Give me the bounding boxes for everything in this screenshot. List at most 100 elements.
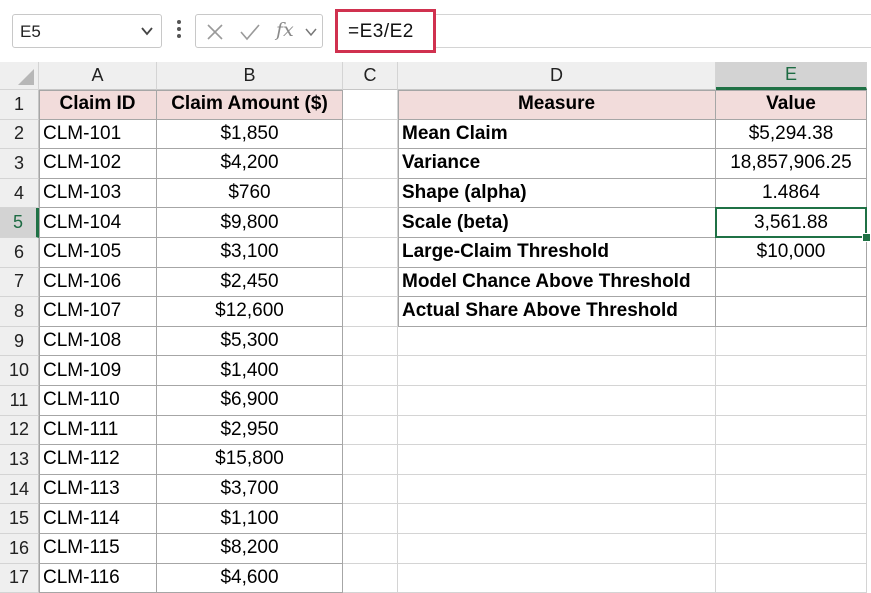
- cell-d15[interactable]: [398, 504, 716, 534]
- cell-b8[interactable]: $12,600: [157, 297, 343, 327]
- cell-d14[interactable]: [398, 474, 716, 505]
- cell-b4[interactable]: $760: [157, 178, 343, 209]
- cell-a4[interactable]: CLM-103: [39, 178, 157, 209]
- formula-input[interactable]: =E3/E2: [335, 9, 436, 53]
- cell-d6[interactable]: Large-Claim Threshold: [398, 238, 716, 268]
- cell-e2[interactable]: $5,294.38: [716, 119, 867, 150]
- row-header-3[interactable]: 3: [0, 149, 39, 179]
- function-icon[interactable]: fx: [276, 19, 294, 41]
- cell-d5[interactable]: Scale (beta): [398, 208, 716, 238]
- cell-a2[interactable]: CLM-101: [39, 119, 157, 150]
- cell-c14[interactable]: [343, 474, 398, 505]
- fill-handle[interactable]: [862, 233, 871, 242]
- cell-a17[interactable]: CLM-116: [39, 563, 157, 593]
- cell-a13[interactable]: CLM-112: [39, 445, 157, 475]
- cell-e14[interactable]: [716, 474, 867, 505]
- cell-c13[interactable]: [343, 445, 398, 475]
- cell-e17[interactable]: [716, 563, 867, 593]
- cell-d2[interactable]: Mean Claim: [398, 119, 716, 150]
- cell-e3[interactable]: 18,857,906.25: [716, 149, 867, 179]
- column-header-c[interactable]: C: [343, 62, 398, 90]
- row-header-13[interactable]: 13: [0, 445, 39, 475]
- cell-b3[interactable]: $4,200: [157, 149, 343, 179]
- cell-c12[interactable]: [343, 415, 398, 446]
- select-all-corner[interactable]: [0, 62, 39, 90]
- cell-c5[interactable]: [343, 208, 398, 238]
- cell-c15[interactable]: [343, 504, 398, 534]
- column-header-b[interactable]: B: [157, 62, 343, 90]
- cell-e8[interactable]: [716, 297, 867, 327]
- cell-d17[interactable]: [398, 563, 716, 593]
- cell-b13[interactable]: $15,800: [157, 445, 343, 475]
- cell-e1[interactable]: Value: [716, 90, 867, 120]
- cell-e10[interactable]: [716, 356, 867, 386]
- row-header-1[interactable]: 1: [0, 90, 39, 120]
- cell-d13[interactable]: [398, 445, 716, 475]
- row-header-11[interactable]: 11: [0, 386, 39, 416]
- cell-c4[interactable]: [343, 178, 398, 209]
- cell-c11[interactable]: [343, 386, 398, 416]
- chevron-down-icon[interactable]: [139, 23, 155, 39]
- cell-b10[interactable]: $1,400: [157, 356, 343, 386]
- cell-b2[interactable]: $1,850: [157, 119, 343, 150]
- row-header-7[interactable]: 7: [0, 267, 39, 298]
- cell-b1[interactable]: Claim Amount ($): [157, 90, 343, 120]
- cell-d10[interactable]: [398, 356, 716, 386]
- more-options-icon[interactable]: [176, 20, 182, 42]
- cell-b16[interactable]: $8,200: [157, 534, 343, 564]
- cell-a7[interactable]: CLM-106: [39, 267, 157, 298]
- cell-c16[interactable]: [343, 534, 398, 564]
- cell-a15[interactable]: CLM-114: [39, 504, 157, 534]
- cell-e12[interactable]: [716, 415, 867, 446]
- row-header-17[interactable]: 17: [0, 563, 39, 593]
- cell-a6[interactable]: CLM-105: [39, 238, 157, 268]
- cell-a8[interactable]: CLM-107: [39, 297, 157, 327]
- cell-d3[interactable]: Variance: [398, 149, 716, 179]
- cell-e7[interactable]: [716, 267, 867, 298]
- enter-icon[interactable]: [239, 22, 261, 42]
- cell-b12[interactable]: $2,950: [157, 415, 343, 446]
- cell-c17[interactable]: [343, 563, 398, 593]
- cell-e16[interactable]: [716, 534, 867, 564]
- cell-e4[interactable]: 1.4864: [716, 178, 867, 209]
- cell-d16[interactable]: [398, 534, 716, 564]
- cell-d1[interactable]: Measure: [398, 90, 716, 120]
- cell-a10[interactable]: CLM-109: [39, 356, 157, 386]
- cell-c3[interactable]: [343, 149, 398, 179]
- row-header-15[interactable]: 15: [0, 504, 39, 534]
- cell-c2[interactable]: [343, 119, 398, 150]
- cell-a5[interactable]: CLM-104: [39, 208, 157, 238]
- cell-b9[interactable]: $5,300: [157, 326, 343, 357]
- cell-d4[interactable]: Shape (alpha): [398, 178, 716, 209]
- cell-e5[interactable]: 3,561.88: [716, 208, 867, 238]
- cell-d12[interactable]: [398, 415, 716, 446]
- row-header-4[interactable]: 4: [0, 178, 39, 209]
- cell-c10[interactable]: [343, 356, 398, 386]
- cell-a11[interactable]: CLM-110: [39, 386, 157, 416]
- cell-e6[interactable]: $10,000: [716, 238, 867, 268]
- row-header-10[interactable]: 10: [0, 356, 39, 386]
- cell-b5[interactable]: $9,800: [157, 208, 343, 238]
- cell-a14[interactable]: CLM-113: [39, 474, 157, 505]
- cancel-icon[interactable]: [205, 22, 225, 42]
- cell-d7[interactable]: Model Chance Above Threshold: [398, 267, 716, 298]
- row-header-16[interactable]: 16: [0, 534, 39, 564]
- cell-c9[interactable]: [343, 326, 398, 357]
- cell-b14[interactable]: $3,700: [157, 474, 343, 505]
- cell-a9[interactable]: CLM-108: [39, 326, 157, 357]
- formula-input-extension[interactable]: [436, 14, 871, 48]
- cell-c6[interactable]: [343, 238, 398, 268]
- cell-b6[interactable]: $3,100: [157, 238, 343, 268]
- cell-d11[interactable]: [398, 386, 716, 416]
- cell-c8[interactable]: [343, 297, 398, 327]
- row-header-9[interactable]: 9: [0, 326, 39, 357]
- name-box[interactable]: E5: [12, 14, 162, 48]
- row-header-12[interactable]: 12: [0, 415, 39, 446]
- cell-b7[interactable]: $2,450: [157, 267, 343, 298]
- column-header-a[interactable]: A: [39, 62, 157, 90]
- column-header-d[interactable]: D: [398, 62, 716, 90]
- cell-d9[interactable]: [398, 326, 716, 357]
- row-header-14[interactable]: 14: [0, 474, 39, 505]
- chevron-down-icon[interactable]: [304, 25, 318, 39]
- cell-e11[interactable]: [716, 386, 867, 416]
